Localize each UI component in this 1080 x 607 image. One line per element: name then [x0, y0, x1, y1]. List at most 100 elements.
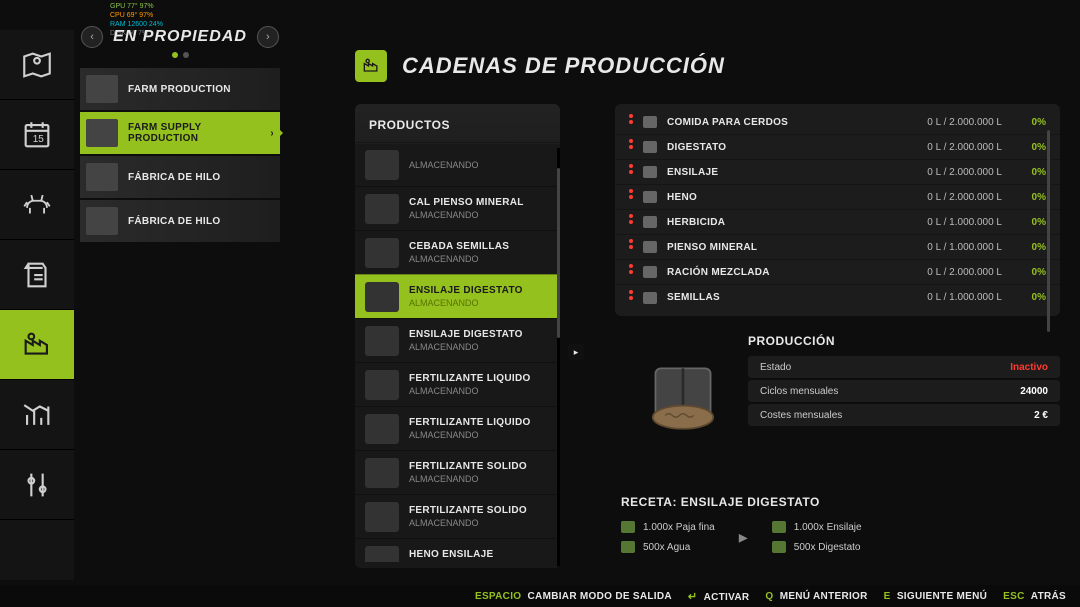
product-name: FERTILIZANTE LIQUIDO [409, 417, 531, 428]
nav-stats[interactable] [0, 380, 74, 450]
storage-row[interactable]: COMIDA PARA CERDOS0 L / 2.000.000 L0% [615, 110, 1060, 135]
production-chains-icon [355, 50, 387, 82]
hotkey-key: ↵ [688, 591, 698, 603]
storage-row[interactable]: PIENSO MINERAL0 L / 1.000.000 L0% [615, 235, 1060, 260]
product-item[interactable]: FERTILIZANTE SOLIDOALMACENANDO [355, 450, 560, 494]
owned-page-dots [80, 52, 280, 58]
material-icon [643, 166, 657, 178]
storage-percent: 0% [1022, 267, 1046, 278]
product-icon [365, 414, 399, 444]
production-row: Ciclos mensuales24000 [748, 380, 1060, 402]
storage-name: PIENSO MINERAL [667, 242, 917, 253]
product-icon [365, 370, 399, 400]
nav-production[interactable] [0, 310, 74, 380]
status-dot-icon [629, 220, 633, 224]
product-item[interactable]: CEBADA SEMILLASALMACENANDO [355, 230, 560, 274]
product-item[interactable]: ENSILAJE DIGESTATOALMACENANDO [355, 274, 560, 318]
details-panel: COMIDA PARA CERDOS0 L / 2.000.000 L0%DIG… [615, 104, 1060, 553]
recipe-input: 1.000x Paja fina [621, 521, 715, 533]
status-dot-icon [629, 296, 633, 300]
storage-row[interactable]: RACIÓN MEZCLADA0 L / 2.000.000 L0% [615, 260, 1060, 285]
production-row-label: Estado [760, 362, 1010, 373]
product-item[interactable]: FERTILIZANTE LIQUIDOALMACENANDO [355, 406, 560, 450]
product-item[interactable]: CAL PIENSO MINERALALMACENANDO [355, 186, 560, 230]
product-icon [365, 326, 399, 356]
product-icon [365, 546, 399, 563]
facility-label: FÁBRICA DE HILO [128, 172, 220, 183]
storage-row[interactable]: HENO0 L / 2.000.000 L0% [615, 185, 1060, 210]
ingredient-text: 1.000x Paja fina [643, 522, 715, 533]
recipe-panel: RECETA: ENSILAJE DIGESTATO 1.000x Paja f… [615, 495, 1060, 553]
production-title: PRODUCCIÓN [748, 334, 1060, 348]
storage-name: HENO [667, 192, 917, 203]
storage-row[interactable]: SEMILLAS0 L / 1.000.000 L0% [615, 285, 1060, 310]
hotkey-label: ATRÁS [1031, 591, 1066, 602]
storage-row[interactable]: DIGESTATO 0 L / 2.000.000 L 0% [615, 135, 1060, 160]
storage-value: 0 L / 2.000.000 L [927, 117, 1002, 128]
production-row-value: Inactivo [1010, 362, 1048, 373]
nav-animals[interactable] [0, 170, 74, 240]
main-nav: 15 [0, 30, 74, 580]
status-dot-icon [629, 245, 633, 249]
storage-value: 0 L / 1.000.000 L [927, 242, 1002, 253]
hotkey-key: ESPACIO [475, 591, 521, 602]
ingredient-icon [772, 521, 786, 533]
storage-value: 0 L / 1.000.000 L [927, 292, 1002, 303]
expand-button[interactable]: ▸ [568, 344, 584, 360]
storage-value: 0 L / 2.000.000 L [927, 142, 1002, 153]
product-status: ALMACENANDO [409, 160, 479, 170]
status-dot-icon [629, 270, 633, 274]
product-item[interactable]: FERTILIZANTE LIQUIDOALMACENANDO [355, 362, 560, 406]
recipe-title: RECETA: ENSILAJE DIGESTATO [621, 495, 1054, 509]
product-name: FERTILIZANTE SOLIDO [409, 505, 527, 516]
storage-percent: 0% [1022, 142, 1046, 153]
ingredient-text: 500x Agua [643, 542, 690, 553]
product-illustration-icon [635, 352, 730, 437]
material-icon [643, 116, 657, 128]
material-icon [643, 191, 657, 203]
storage-name: RACIÓN MEZCLADA [667, 267, 917, 278]
storage-name: DIGESTATO [667, 142, 917, 153]
storage-percent: 0% [1022, 217, 1046, 228]
recipe-output: 500x Digestato [772, 541, 862, 553]
storage-row[interactable]: HERBICIDA0 L / 1.000.000 L0% [615, 210, 1060, 235]
facility-item[interactable]: FÁBRICA DE HILO [80, 200, 280, 242]
owned-prev-button[interactable]: ‹ [81, 26, 103, 48]
nav-calendar[interactable]: 15 [0, 100, 74, 170]
storage-value: 0 L / 1.000.000 L [927, 217, 1002, 228]
product-item[interactable]: ALMACENANDO [355, 142, 560, 186]
facility-label: FARM PRODUCTION [128, 84, 231, 95]
ingredient-icon [772, 541, 786, 553]
product-name: HENO ENSILAJE [409, 549, 493, 560]
material-icon [643, 141, 657, 153]
nav-map[interactable] [0, 30, 74, 100]
hotkey-hint: Q MENÚ ANTERIOR [765, 591, 867, 602]
facility-item[interactable]: FARM SUPPLY PRODUCTION› [80, 112, 280, 154]
products-scrollbar[interactable] [557, 148, 560, 566]
storage-scrollbar[interactable] [1047, 130, 1050, 332]
product-item[interactable]: ENSILAJE DIGESTATOALMACENANDO [355, 318, 560, 362]
hotkey-key: E [884, 591, 891, 602]
product-name: FERTILIZANTE SOLIDO [409, 461, 527, 472]
nav-finances[interactable] [0, 240, 74, 310]
product-status: ALMACENANDO [409, 518, 527, 528]
hotkey-label: SIGUIENTE MENÚ [897, 591, 987, 602]
material-icon [643, 292, 657, 304]
storage-name: SEMILLAS [667, 292, 917, 303]
product-item[interactable]: HENO ENSILAJEALMACENANDO [355, 538, 560, 562]
product-status: ALMACENANDO [409, 386, 531, 396]
production-row-label: Costes mensuales [760, 410, 1034, 421]
facility-item[interactable]: FÁBRICA DE HILO [80, 156, 280, 198]
storage-row[interactable]: ENSILAJE0 L / 2.000.000 L0% [615, 160, 1060, 185]
product-status: ALMACENANDO [409, 254, 509, 264]
product-icon [365, 194, 399, 224]
facility-item[interactable]: FARM PRODUCTION [80, 68, 280, 110]
status-dot-icon [629, 170, 633, 174]
owned-next-button[interactable]: › [257, 26, 279, 48]
product-item[interactable]: FERTILIZANTE SOLIDO ALMACENANDO [355, 494, 560, 538]
product-status: ALMACENANDO [409, 298, 523, 308]
hotkey-label: ACTIVAR [704, 592, 750, 603]
nav-settings[interactable] [0, 450, 74, 520]
storage-percent: 0% [1022, 192, 1046, 203]
storage-name: ENSILAJE [667, 167, 917, 178]
